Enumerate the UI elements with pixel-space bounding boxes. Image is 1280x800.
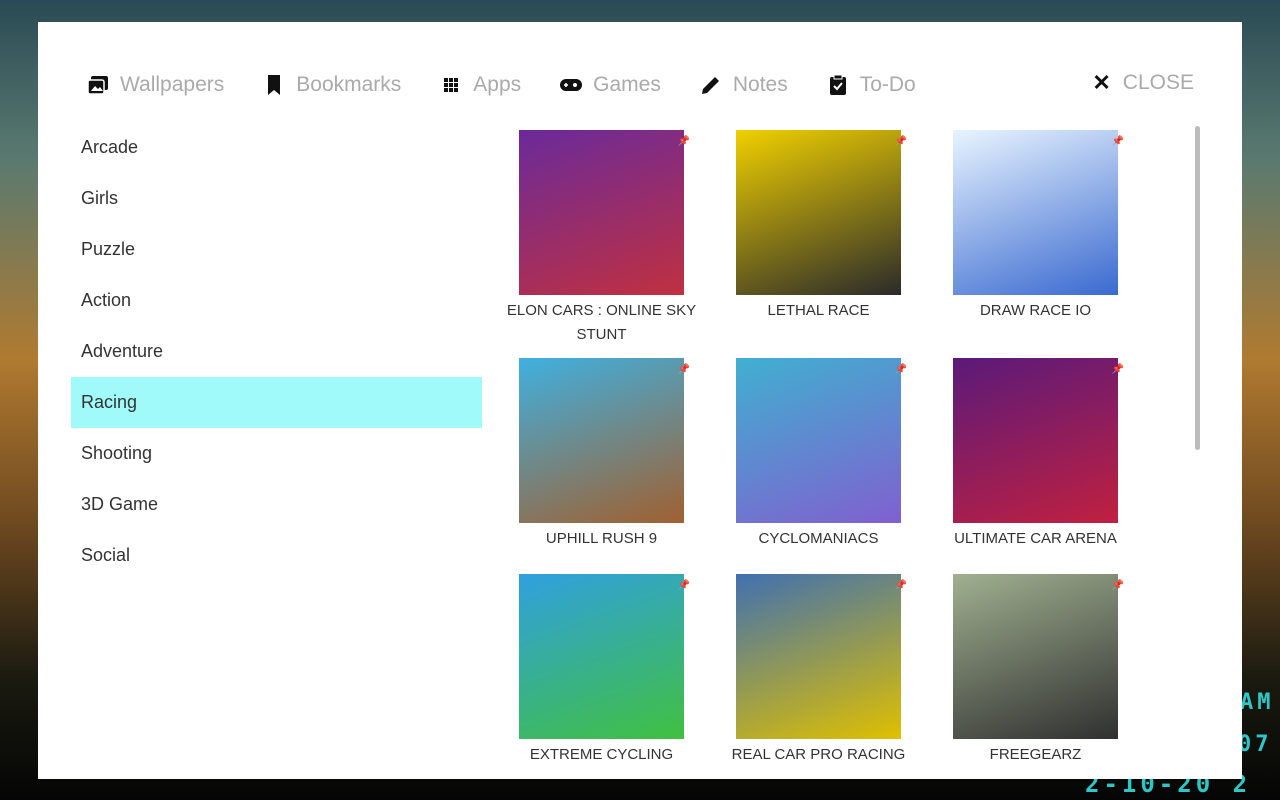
games-grid: 📌 ELON CARS : ONLINE SKY STUNT 📌 LETHAL RAC… — [493, 130, 1153, 790]
close-button[interactable]: ✕ CLOSE — [1092, 70, 1194, 96]
category-puzzle[interactable]: Puzzle — [71, 224, 482, 275]
pin-icon[interactable]: 📌 — [678, 580, 690, 591]
game-thumbnail[interactable]: 📌 — [953, 574, 1124, 739]
game-thumbnail[interactable]: 📌 — [519, 574, 690, 739]
nav-wallpapers[interactable]: Wallpapers — [86, 73, 224, 97]
close-icon: ✕ — [1092, 70, 1111, 95]
game-tile[interactable]: 📌 EXTREME CYCLING — [493, 574, 710, 790]
game-title: DRAW RACE IO — [979, 302, 1092, 319]
category-shooting[interactable]: Shooting — [71, 428, 482, 479]
game-tile[interactable]: 📌 ELON CARS : ONLINE SKY STUNT — [493, 130, 710, 358]
close-label: CLOSE — [1122, 71, 1194, 94]
game-tile[interactable]: 📌 FREEGEARZ — [927, 574, 1144, 790]
game-title: REAL CAR PRO RACING — [731, 746, 906, 763]
scrollbar[interactable] — [1195, 126, 1200, 450]
clipboard-check-icon — [829, 74, 846, 95]
pin-icon[interactable]: 📌 — [895, 364, 907, 375]
nav-games[interactable]: Games — [559, 73, 661, 97]
pin-icon[interactable]: 📌 — [895, 136, 907, 147]
category-girls[interactable]: Girls — [71, 173, 482, 224]
game-tile[interactable]: 📌 UPHILL RUSH 9 — [493, 358, 710, 574]
game-thumbnail[interactable]: 📌 — [736, 574, 907, 739]
nav-bookmarks[interactable]: Bookmarks — [262, 73, 401, 97]
bookmark-icon — [268, 75, 281, 95]
nav-label: Notes — [732, 73, 788, 96]
nav-label: To-Do — [859, 73, 916, 96]
game-thumbnail[interactable]: 📌 — [736, 130, 907, 295]
clock-ampm: AM — [1240, 690, 1275, 715]
wallpapers-icon — [87, 76, 108, 95]
pin-icon[interactable]: 📌 — [678, 136, 690, 147]
pin-icon[interactable]: 📌 — [1112, 580, 1124, 591]
game-thumbnail[interactable]: 📌 — [953, 130, 1124, 295]
game-tile[interactable]: 📌 REAL CAR PRO RACING — [710, 574, 927, 790]
game-thumbnail[interactable]: 📌 — [519, 130, 690, 295]
apps-grid-icon — [444, 78, 459, 92]
top-nav: Wallpapers Bookmarks Apps Games Notes To-Do ✕ C… — [86, 70, 1194, 100]
nav-label: Apps — [473, 73, 522, 96]
game-title: CYCLOMANIACS — [758, 530, 879, 547]
pin-icon[interactable]: 📌 — [678, 364, 690, 375]
game-title: EXTREME CYCLING — [529, 746, 674, 763]
category-action[interactable]: Action — [71, 275, 482, 326]
game-title: LETHAL RACE — [767, 302, 870, 319]
category-adventure[interactable]: Adventure — [71, 326, 482, 377]
game-tile[interactable]: 📌 CYCLOMANIACS — [710, 358, 927, 574]
game-thumbnail[interactable]: 📌 — [519, 358, 690, 523]
nav-label: Bookmarks — [296, 73, 402, 96]
game-title: ELON CARS : ONLINE SKY STUNT — [506, 302, 697, 343]
game-title: FREEGEARZ — [989, 746, 1082, 763]
nav-label: Wallpapers — [120, 73, 225, 96]
nav-apps[interactable]: Apps — [439, 73, 521, 97]
pin-icon[interactable]: 📌 — [1112, 364, 1124, 375]
pencil-icon — [701, 77, 719, 94]
game-tile[interactable]: 📌 ULTIMATE CAR ARENA — [927, 358, 1144, 574]
nav-notes[interactable]: Notes — [699, 73, 788, 97]
nav-to-do[interactable]: To-Do — [826, 73, 916, 97]
game-thumbnail[interactable]: 📌 — [953, 358, 1124, 523]
game-thumbnail[interactable]: 📌 — [736, 358, 907, 523]
category-sidebar: Arcade Girls Puzzle Action Adventure Racing Sh… — [71, 122, 482, 581]
gamepad-icon — [560, 79, 583, 91]
category-arcade[interactable]: Arcade — [71, 122, 482, 173]
nav-label: Games — [593, 73, 661, 96]
pin-icon[interactable]: 📌 — [1112, 136, 1124, 147]
game-title: UPHILL RUSH 9 — [545, 530, 658, 547]
category-3d-game[interactable]: 3D Game — [71, 479, 482, 530]
dashboard-modal: Wallpapers Bookmarks Apps Games Notes To-Do ✕ C… — [38, 22, 1242, 779]
game-tile[interactable]: 📌 DRAW RACE IO — [927, 130, 1144, 358]
game-title: ULTIMATE CAR ARENA — [954, 530, 1117, 547]
clock-time: 07 — [1238, 732, 1273, 757]
category-social[interactable]: Social — [71, 530, 482, 581]
game-tile[interactable]: 📌 LETHAL RACE — [710, 130, 927, 358]
pin-icon[interactable]: 📌 — [895, 580, 907, 591]
category-racing[interactable]: Racing — [71, 377, 482, 428]
